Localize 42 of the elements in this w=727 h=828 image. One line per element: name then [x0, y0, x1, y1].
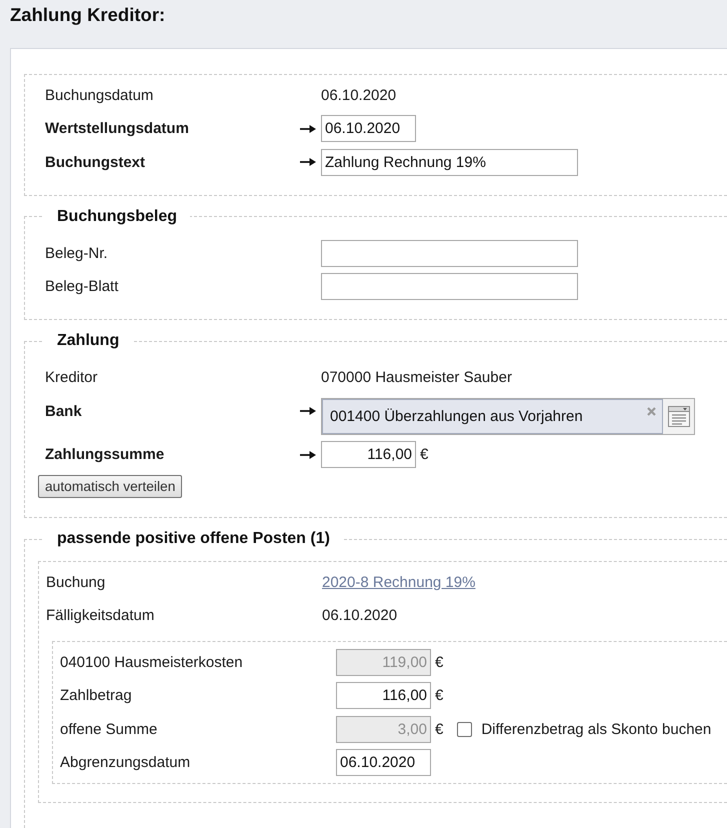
field-value: 070000 Hausmeister Sauber	[321, 369, 512, 386]
date-field[interactable]: 06.10.2020	[336, 749, 431, 776]
field-label: offene Summe	[60, 720, 158, 738]
section-title: passende positive offene Posten (1)	[56, 529, 331, 549]
arrow-icon	[300, 124, 316, 134]
field-label: Zahlungssumme	[45, 446, 164, 463]
field-label: Beleg-Nr.	[45, 244, 108, 262]
list-icon[interactable]	[668, 406, 690, 426]
field-label: Bank	[45, 402, 82, 420]
field-label: Fälligkeitsdatum	[46, 607, 154, 624]
field-label: 040100 Hausmeisterkosten	[60, 654, 243, 670]
field-value: 06.10.2020	[321, 86, 396, 104]
currency-label: €	[435, 687, 444, 704]
text-field[interactable]	[321, 273, 578, 300]
field-label: Wertstellungsdatum	[45, 120, 189, 137]
amount-field[interactable]: 116,00	[336, 682, 431, 709]
arrow-icon	[300, 406, 316, 416]
field-label: Buchung	[46, 574, 106, 590]
currency-label: €	[435, 654, 444, 670]
booking-link[interactable]: 2020-8 Rechnung 19%	[322, 574, 476, 590]
field-label: Kreditor	[45, 369, 98, 386]
text-field[interactable]: Zahlung Rechnung 19%	[321, 148, 578, 176]
section-title: Buchungsbeleg	[56, 206, 178, 226]
text-field[interactable]	[321, 240, 578, 266]
date-field[interactable]: 06.10.2020	[321, 115, 416, 142]
arrow-icon	[300, 450, 316, 460]
field-value: 06.10.2020	[322, 607, 398, 624]
select-field[interactable]: 001400 Überzahlungen aus Vorjahren	[321, 398, 695, 434]
field-label: Buchungsdatum	[45, 86, 154, 104]
currency-label: €	[435, 720, 444, 738]
checkbox-label: Differenzbetrag als Skonto buchen	[481, 720, 712, 738]
section-title: Zahlung	[56, 331, 120, 351]
distribute-button[interactable]: automatisch verteilen	[38, 475, 182, 498]
field-label: Abgrenzungsdatum	[60, 754, 190, 771]
clear-icon[interactable]	[647, 406, 656, 416]
field-label: Buchungstext	[45, 154, 146, 170]
field-label: Beleg-Blatt	[45, 278, 118, 295]
page-title: Zahlung Kreditor:	[10, 4, 166, 26]
currency-label: €	[420, 446, 428, 463]
amount-field[interactable]: 116,00	[321, 441, 416, 468]
arrow-icon	[300, 157, 316, 167]
field-label: Zahlbetrag	[60, 687, 132, 704]
